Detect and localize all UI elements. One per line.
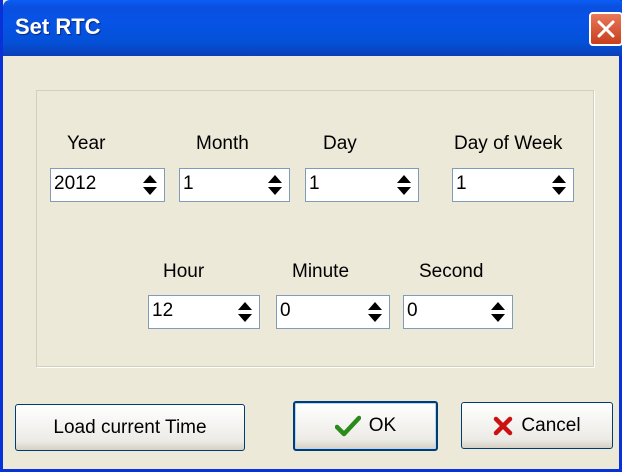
year-value[interactable]: 2012	[54, 173, 96, 195]
day-label: Day	[323, 133, 357, 154]
year-label: Year	[67, 133, 106, 154]
spin-arrows-icon[interactable]	[367, 301, 383, 323]
load-current-time-button[interactable]: Load current Time	[15, 404, 245, 451]
day-spinner[interactable]: 1	[305, 168, 419, 202]
hour-spinner[interactable]: 12	[148, 295, 260, 329]
hour-value[interactable]: 12	[152, 300, 173, 322]
month-spinner[interactable]: 1	[179, 168, 290, 202]
close-icon	[597, 20, 615, 38]
day-of-week-value[interactable]: 1	[456, 173, 467, 195]
ok-button[interactable]: OK	[293, 401, 438, 451]
year-spinner[interactable]: 2012	[50, 168, 165, 202]
set-rtc-dialog: Set RTC Year Month Day Day of Week 2012 …	[0, 0, 622, 472]
day-of-week-spinner[interactable]: 1	[452, 168, 574, 202]
hour-label: Hour	[163, 261, 205, 282]
spin-arrows-icon[interactable]	[237, 301, 253, 323]
minute-spinner[interactable]: 0	[276, 295, 390, 329]
spin-arrows-icon[interactable]	[142, 174, 158, 196]
second-value[interactable]: 0	[407, 300, 418, 322]
load-current-time-label: Load current Time	[53, 416, 207, 438]
spin-arrows-icon[interactable]	[267, 174, 283, 196]
minute-label: Minute	[292, 261, 350, 282]
spin-arrows-icon[interactable]	[396, 174, 412, 196]
cancel-label: Cancel	[521, 414, 581, 436]
close-button[interactable]	[589, 12, 622, 46]
month-value[interactable]: 1	[183, 173, 194, 195]
title-bar[interactable]: Set RTC	[3, 0, 622, 56]
ok-label: OK	[368, 415, 397, 436]
day-value[interactable]: 1	[309, 173, 320, 195]
minute-value[interactable]: 0	[280, 300, 291, 322]
window-title: Set RTC	[15, 14, 101, 39]
checkmark-icon	[334, 415, 361, 437]
x-mark-icon	[494, 416, 513, 435]
spin-arrows-icon[interactable]	[490, 301, 506, 323]
cancel-button[interactable]: Cancel	[461, 402, 613, 449]
second-spinner[interactable]: 0	[403, 295, 513, 329]
second-label: Second	[419, 261, 484, 282]
spin-arrows-icon[interactable]	[551, 174, 567, 196]
day-of-week-label: Day of Week	[454, 133, 563, 154]
month-label: Month	[196, 133, 249, 154]
